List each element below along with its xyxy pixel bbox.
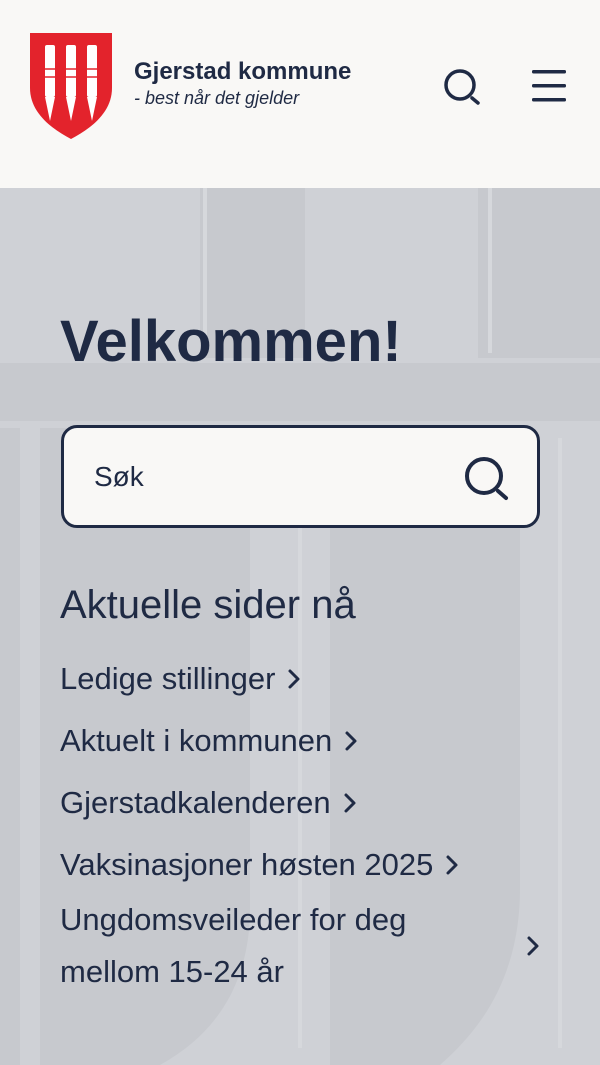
page-title: Velkommen! xyxy=(60,309,402,374)
link-label: Vaksinasjoner høsten 2025 xyxy=(60,847,434,882)
search-submit-button[interactable] xyxy=(462,455,510,503)
site-header: Gjerstad kommune - best når det gjelder xyxy=(0,0,600,188)
brand-tagline: - best når det gjelder xyxy=(134,88,300,108)
link-ungdomsveileder[interactable]: Ungdomsveileder for deg mellom 15-24 år xyxy=(60,896,540,996)
header-search-button[interactable] xyxy=(440,66,484,110)
search-icon xyxy=(444,69,480,105)
coat-of-arms-logo[interactable] xyxy=(30,33,112,139)
chevron-right-icon xyxy=(527,936,539,956)
chevron-right-icon xyxy=(345,731,357,751)
search-icon xyxy=(465,457,508,500)
search-input[interactable] xyxy=(94,452,454,502)
chevron-right-icon xyxy=(446,855,458,875)
menu-button[interactable] xyxy=(526,66,572,106)
hero-section: Velkommen! Aktuelle sider nå Ledige stil… xyxy=(0,188,600,1065)
link-ledige-stillinger[interactable]: Ledige stillinger xyxy=(60,648,540,710)
current-pages-list: Ledige stillinger Aktuelt i kommunen Gje… xyxy=(60,648,540,996)
link-vaksinasjoner[interactable]: Vaksinasjoner høsten 2025 xyxy=(60,834,540,896)
section-title: Aktuelle sider nå xyxy=(60,583,356,627)
link-gjerstadkalenderen[interactable]: Gjerstadkalenderen xyxy=(60,772,540,834)
brand-name[interactable]: Gjerstad kommune xyxy=(134,58,351,86)
link-label: Gjerstadkalenderen xyxy=(60,785,331,820)
link-label: Aktuelt i kommunen xyxy=(60,723,333,758)
chevron-right-icon xyxy=(344,793,356,813)
chevron-right-icon xyxy=(288,669,300,689)
search-box xyxy=(61,425,540,528)
link-label: Ledige stillinger xyxy=(60,661,276,696)
link-label: Ungdomsveileder for deg mellom 15-24 år xyxy=(60,902,407,989)
link-aktuelt-i-kommunen[interactable]: Aktuelt i kommunen xyxy=(60,710,540,772)
hamburger-menu-icon xyxy=(532,70,566,102)
